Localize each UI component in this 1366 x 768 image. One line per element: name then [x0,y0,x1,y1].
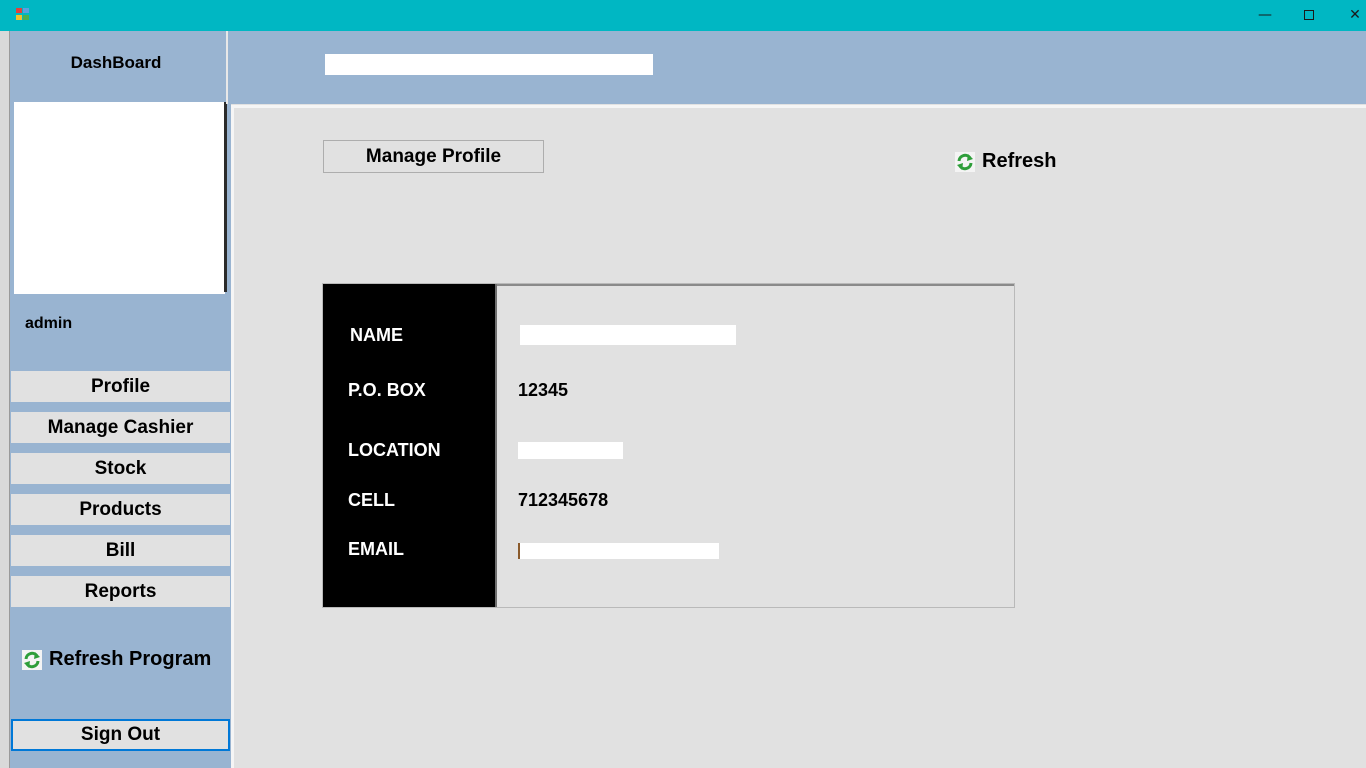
sidebar-title: DashBoard [70,53,162,72]
refresh-icon [955,151,975,172]
refresh-button[interactable]: Refresh [955,150,1056,173]
po-box-label: P.O. BOX [348,380,426,400]
po-box-value: 12345 [518,380,569,400]
sidebar-item-stock[interactable]: Stock [11,453,230,484]
sidebar-item-bill[interactable]: Bill [11,535,230,566]
window-titlebar: — ✕ [0,0,1366,31]
email-value [518,543,719,559]
close-button[interactable]: ✕ [1332,0,1366,31]
minimize-button[interactable]: — [1242,0,1288,31]
location-label: LOCATION [348,440,441,460]
manage-profile-button[interactable]: Manage Profile [323,140,544,173]
sidebar-item-profile[interactable]: Profile [11,371,230,402]
header-bar [228,31,1366,104]
location-value [518,442,623,459]
header-title-field [325,54,653,75]
sidebar-item-reports[interactable]: Reports [11,576,230,607]
refresh-program-label: Refresh Program [49,648,212,670]
maximize-icon [1304,10,1314,20]
profile-card: NAME P.O. BOX LOCATION CELL EMAIL 12345 … [322,283,1015,608]
window-frame-left [0,31,10,768]
avatar-border [224,102,227,292]
cell-label: CELL [348,490,395,510]
refresh-program-button[interactable]: Refresh Program [22,648,211,671]
maximize-button[interactable] [1286,0,1332,31]
app-icon [16,8,31,22]
sidebar-item-products[interactable]: Products [11,494,230,525]
name-label: NAME [350,325,403,345]
refresh-icon [22,649,42,670]
name-value [520,325,736,345]
sign-out-button[interactable]: Sign Out [11,719,230,751]
sidebar-item-manage-cashier[interactable]: Manage Cashier [11,412,230,443]
profile-card-top-border [497,284,1014,286]
sidebar: DashBoard admin Profile Manage Cashier S… [10,31,231,768]
avatar [14,102,225,294]
refresh-label: Refresh [982,150,1057,172]
user-name-label: admin [25,315,73,332]
minimize-icon: — [1258,7,1272,23]
cell-value: 712345678 [518,490,609,510]
close-icon: ✕ [1349,7,1361,23]
email-label: EMAIL [348,539,404,559]
profile-card-divider [495,284,497,607]
